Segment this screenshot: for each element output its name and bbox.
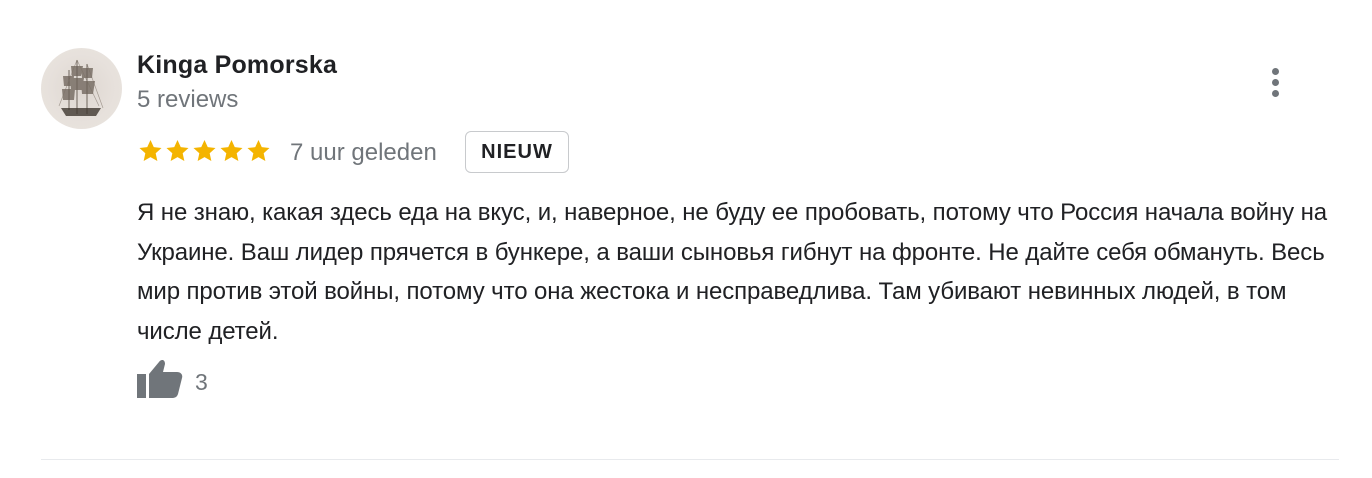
like-button[interactable] — [135, 356, 185, 400]
star-icon — [220, 139, 243, 162]
star-rating — [137, 137, 272, 165]
star-icon — [193, 139, 216, 162]
author-review-count[interactable]: 5 reviews — [137, 86, 238, 114]
thumb-up-icon — [137, 359, 183, 398]
more-options-button[interactable] — [1256, 62, 1296, 102]
new-badge: NIEUW — [465, 131, 569, 173]
star-icon — [139, 139, 162, 162]
author-name[interactable]: Kinga Pomorska — [137, 51, 337, 80]
star-icon — [247, 139, 270, 162]
ship-image — [58, 59, 104, 116]
like-count: 3 — [195, 369, 208, 395]
review-text: Я не знаю, какая здесь еда на вкус, и, н… — [137, 199, 1328, 345]
review-time: 7 uur geleden — [290, 139, 437, 166]
review-card: Kinga Pomorska 5 reviews 7 uur geleden N… — [0, 0, 1372, 478]
avatar[interactable] — [41, 48, 122, 129]
divider — [41, 459, 1339, 460]
star-icon — [166, 139, 189, 162]
